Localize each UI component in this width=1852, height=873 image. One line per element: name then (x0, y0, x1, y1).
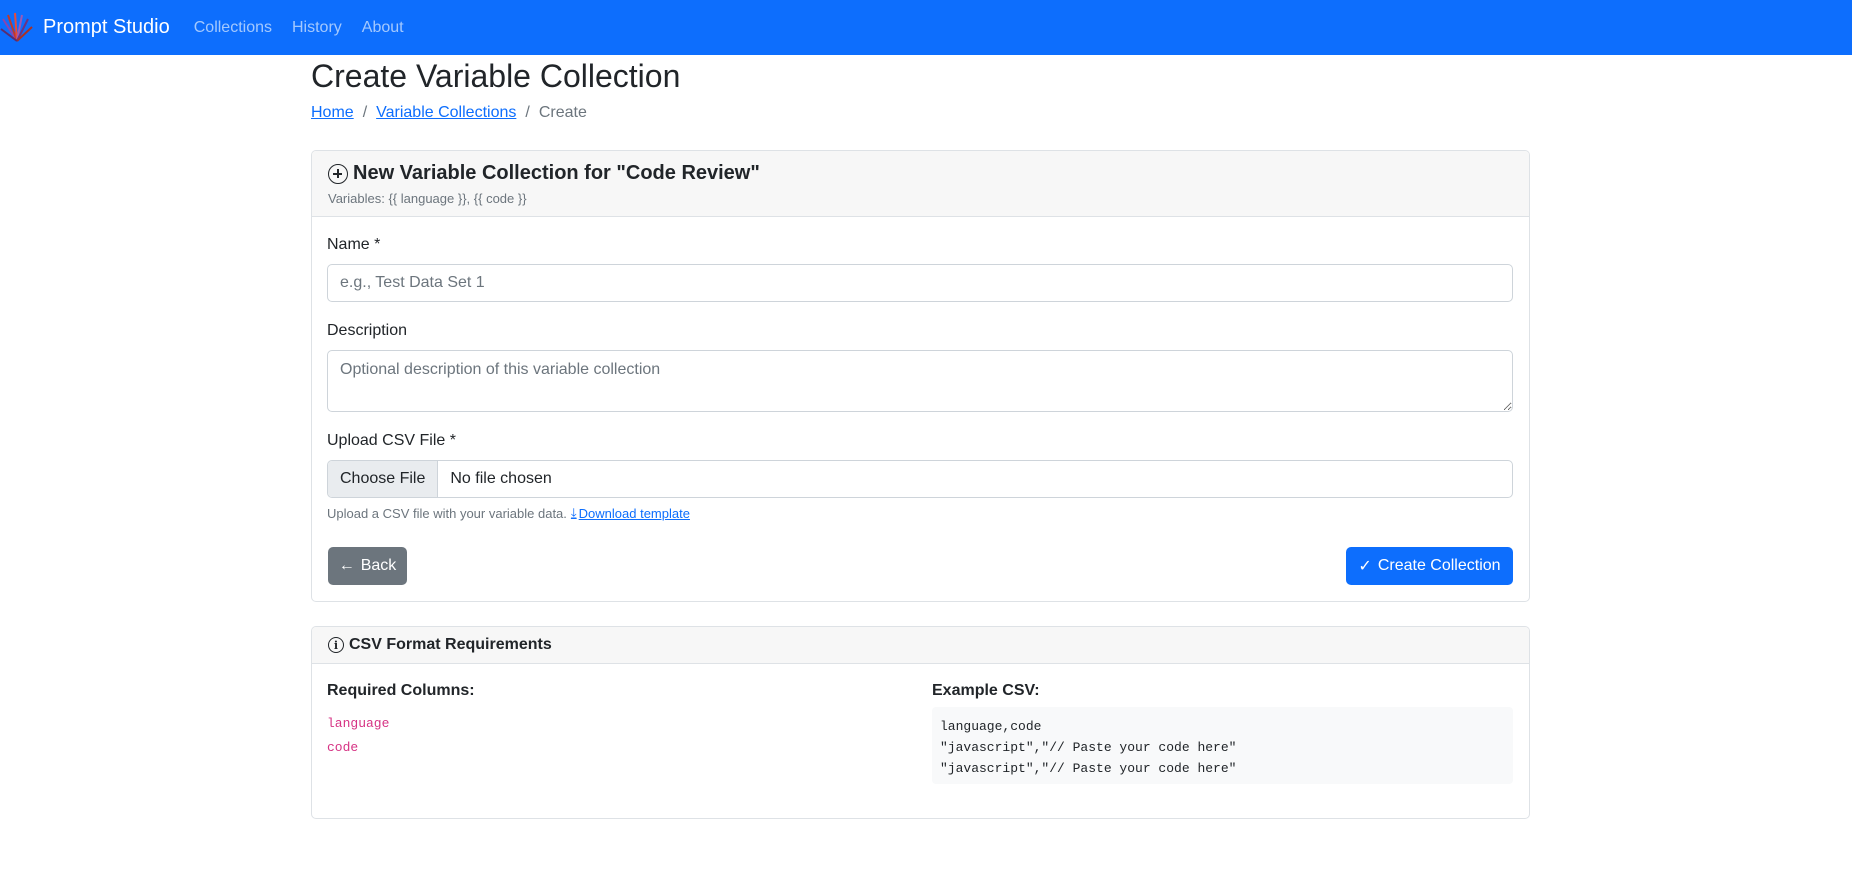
card-header: New Variable Collection for "Code Review… (312, 151, 1529, 217)
csv-help-text: Upload a CSV file with your variable dat… (327, 505, 690, 521)
check-icon: ✓ (1358, 558, 1372, 575)
list-item: language (327, 716, 390, 731)
nav-links: Collections History About (194, 19, 424, 37)
breadcrumb-current: Create (538, 104, 587, 121)
breadcrumb-separator: / (525, 104, 530, 121)
file-status: No file chosen (450, 470, 552, 487)
arrow-left-icon: ← (338, 557, 355, 574)
csv-card-title: i CSV Format Requirements (328, 636, 552, 654)
navbar: Prompt Studio Collections History About (0, 0, 1852, 55)
example-csv-title: Example CSV: (932, 682, 1040, 699)
plus-circle-icon (328, 163, 348, 184)
nav-link-history[interactable]: History (292, 19, 342, 37)
description-textarea[interactable] (327, 350, 1513, 412)
brand-logo-icon (0, 12, 33, 42)
nav-link-about[interactable]: About (362, 19, 404, 37)
required-columns-list: language code (327, 712, 389, 760)
description-label: Description (327, 322, 408, 339)
create-button-label: Create Collection (1377, 557, 1501, 574)
list-item: code (327, 740, 359, 755)
brand[interactable]: Prompt Studio (0, 11, 170, 45)
example-csv-block: language,code "javascript","// Paste you… (932, 707, 1513, 784)
required-columns-title: Required Columns: (327, 682, 475, 699)
help-text: Upload a CSV file with your variable dat… (327, 505, 567, 521)
variables-subtitle: Variables: {{ language }}, {{ code }} (328, 191, 527, 206)
back-button-label: Back (360, 557, 397, 574)
card-title: New Variable Collection for "Code Review… (328, 162, 1513, 185)
info-circle-icon: i (328, 637, 344, 653)
download-icon: ⤓ (570, 505, 577, 520)
card-title-text: New Variable Collection for "Code Review… (353, 162, 760, 184)
brand-name: Prompt Studio (43, 16, 170, 38)
csv-card-title-text: CSV Format Requirements (349, 636, 552, 653)
example-line: "javascript","// Paste your code here" (940, 761, 1237, 776)
back-button[interactable]: ← Back (328, 547, 407, 585)
download-template-link[interactable]: ⤓ Download template (571, 505, 690, 521)
create-collection-button[interactable]: ✓ Create Collection (1346, 547, 1513, 585)
csv-card-header: i CSV Format Requirements (312, 627, 1529, 664)
choose-file-button[interactable]: Choose File (328, 461, 439, 497)
csv-upload-label: Upload CSV File * (327, 432, 456, 449)
breadcrumb: Home / Variable Collections / Create (311, 104, 587, 122)
breadcrumb-home[interactable]: Home (311, 104, 354, 122)
nav-link-collections[interactable]: Collections (194, 19, 272, 37)
example-line: language,code (940, 719, 1042, 734)
breadcrumb-variable-collections[interactable]: Variable Collections (376, 104, 516, 122)
name-input[interactable] (327, 264, 1513, 302)
page-title: Create Variable Collection (311, 58, 681, 94)
breadcrumb-separator: / (362, 104, 368, 121)
csv-file-input[interactable]: Choose File No file chosen (327, 460, 1513, 498)
download-template-label: Download template (578, 505, 690, 521)
example-line: "javascript","// Paste your code here" (940, 740, 1237, 755)
name-label: Name * (327, 236, 381, 253)
